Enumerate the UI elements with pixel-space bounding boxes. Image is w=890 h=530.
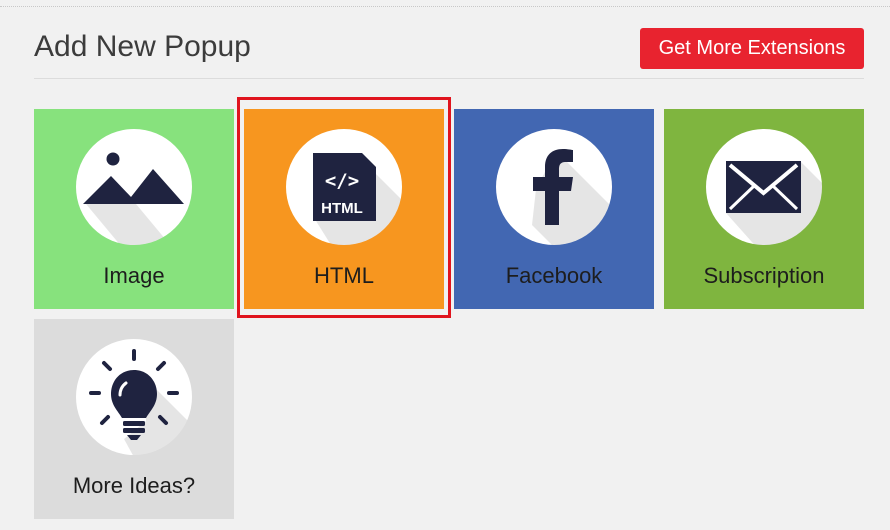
tile-label-image: Image [103,263,165,288]
image-icon [76,129,192,245]
header-divider [34,78,864,79]
tile-label-subscription: Subscription [703,263,825,288]
envelope-icon [706,129,822,245]
facebook-icon [496,129,612,245]
get-more-extensions-button[interactable]: Get More Extensions [640,28,864,69]
popup-type-more-ideas[interactable]: More Ideas? [34,319,234,519]
page-title: Add New Popup [34,30,251,63]
tile-label-html: HTML [314,263,374,288]
top-dotted-border [0,6,890,7]
popup-type-facebook[interactable]: Facebook [454,109,654,309]
popup-type-image[interactable]: Image [34,109,234,309]
html-icon-text: HTML [321,200,363,217]
popup-type-html[interactable]: </> HTML HTML [244,109,444,309]
code-glyph: </> [325,170,359,192]
tile-label-more-ideas: More Ideas? [72,473,196,498]
popup-type-subscription[interactable]: Subscription [664,109,864,309]
html-file-icon: </> HTML [286,129,402,245]
tile-label-facebook: Facebook [505,263,603,288]
lightbulb-icon [76,339,192,455]
